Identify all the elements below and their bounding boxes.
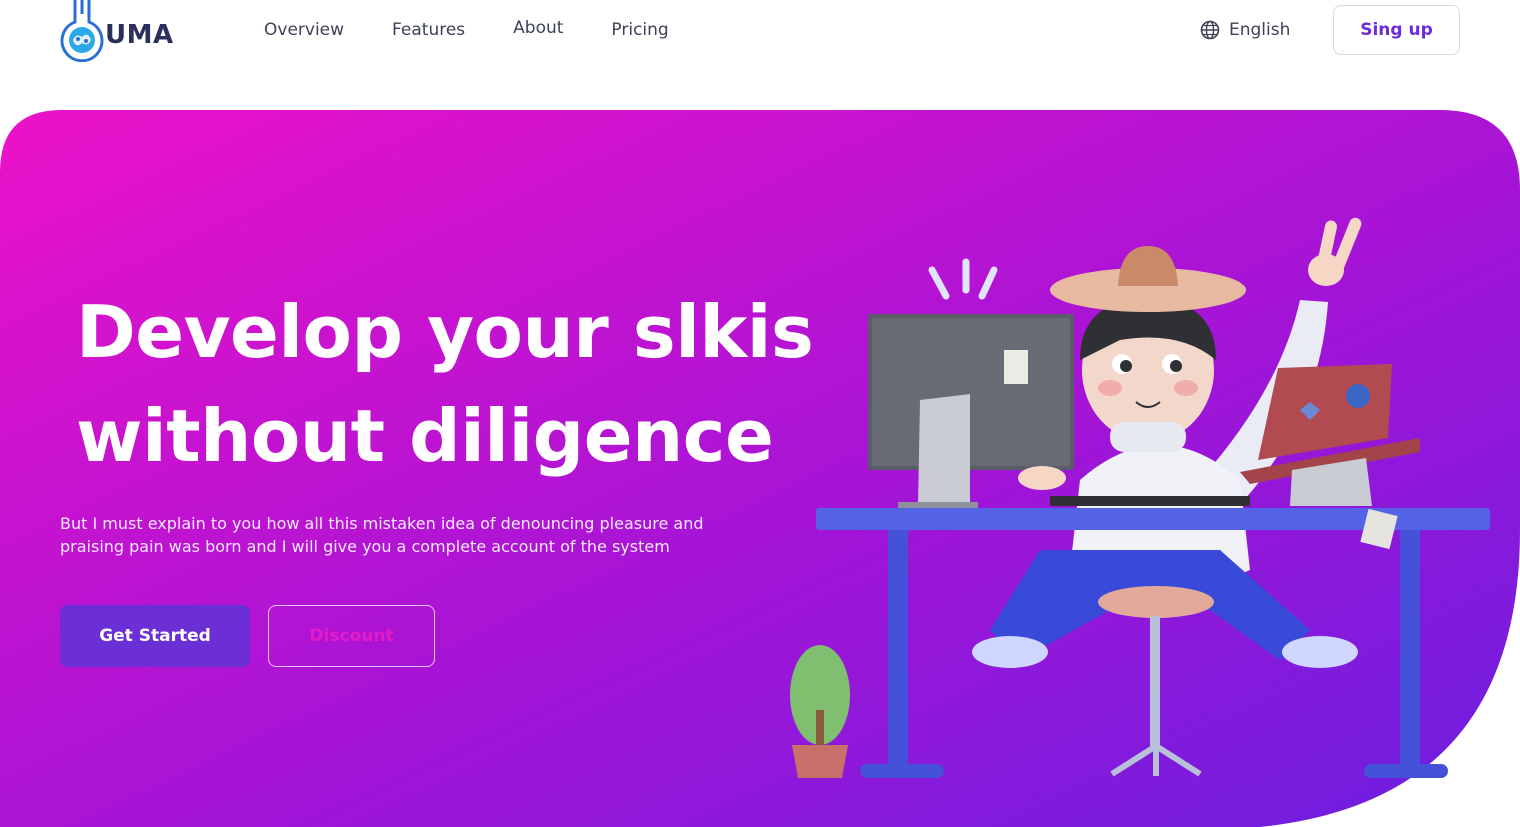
get-started-button[interactable]: Get Started <box>60 605 250 667</box>
site-header: UMA Overview Features About Pricing Engl… <box>0 0 1520 90</box>
nav-item-features[interactable]: Features <box>392 18 465 42</box>
person-at-desk-illustration <box>790 217 1490 778</box>
signup-button[interactable]: Sing up <box>1333 5 1460 55</box>
hero-title-line-2: without diligence <box>76 394 774 478</box>
brand-name: UMA <box>105 20 174 50</box>
nav-item-about[interactable]: About <box>513 16 563 42</box>
hero-title: Develop your slkis without diligence <box>76 280 836 488</box>
hero-description: But I must explain to you how all this m… <box>60 514 704 556</box>
nav-item-overview[interactable]: Overview <box>264 18 344 42</box>
discount-button[interactable]: Discount <box>268 605 435 667</box>
attention-marks <box>928 258 998 300</box>
language-label: English <box>1229 20 1291 40</box>
stool <box>1098 586 1214 777</box>
language-selector[interactable]: English <box>1200 18 1290 42</box>
nav-item-pricing[interactable]: Pricing <box>611 18 668 42</box>
main-nav: Overview Features About Pricing <box>264 18 717 42</box>
plant-decoration <box>790 645 850 778</box>
flask-brain-icon <box>60 0 104 62</box>
laptop <box>1240 364 1420 506</box>
brand-logo[interactable]: UMA <box>60 0 174 62</box>
globe-icon <box>1200 20 1220 40</box>
hero-title-line-1: Develop your slkis <box>76 290 814 374</box>
